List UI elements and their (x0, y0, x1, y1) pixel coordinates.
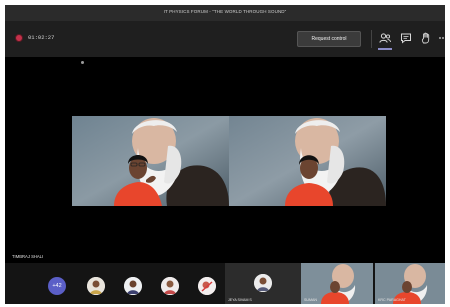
participant-tile-name: JEYA SIVAM S (228, 298, 252, 302)
shared-screen-stage: TIMBRAJ SHALI (5, 57, 445, 263)
request-control-button[interactable]: Request control (297, 31, 361, 47)
speaker-name-label: TIMBRAJ SHALI (12, 254, 44, 259)
shared-video-right (229, 116, 386, 206)
stage-artifact (81, 61, 84, 64)
participant-avatar (254, 274, 272, 292)
participant-avatar[interactable] (161, 277, 179, 295)
window-title: IT PHYSICS FORUM - "THE WORLD THROUGH SO… (163, 9, 287, 14)
toolbar-divider (371, 30, 372, 48)
participant-avatar[interactable] (124, 277, 142, 295)
more-options-icon[interactable] (436, 31, 445, 45)
participant-avatar[interactable] (87, 277, 105, 295)
meeting-window: IT PHYSICS FORUM - "THE WORLD THROUGH SO… (5, 5, 445, 304)
shared-video-left (72, 116, 229, 206)
meeting-timer: 01:02:27 (28, 34, 55, 41)
title-bar: IT PHYSICS FORUM - "THE WORLD THROUGH SO… (5, 5, 445, 21)
participant-video-tile[interactable]: SUMAN (301, 263, 373, 304)
people-icon[interactable] (378, 31, 392, 45)
participant-tile-name: SUMAN (304, 298, 317, 302)
meeting-toolbar: 01:02:27 Request control (5, 21, 445, 57)
participant-tray: +42 JEYA SIVAM S SUMAN KRC PARAGHAT (5, 263, 445, 304)
participant-tile-name: KRC PARAGHAT (378, 298, 406, 302)
participant-video-tile[interactable]: KRC PARAGHAT (375, 263, 445, 304)
chat-icon[interactable] (399, 31, 413, 45)
more-participants-button[interactable]: +42 (48, 277, 66, 295)
raise-hand-icon[interactable] (419, 31, 433, 45)
people-active-indicator (378, 48, 392, 50)
participant-tile[interactable]: JEYA SIVAM S (225, 263, 301, 304)
participant-avatar[interactable] (198, 277, 216, 295)
recording-icon (15, 34, 23, 42)
